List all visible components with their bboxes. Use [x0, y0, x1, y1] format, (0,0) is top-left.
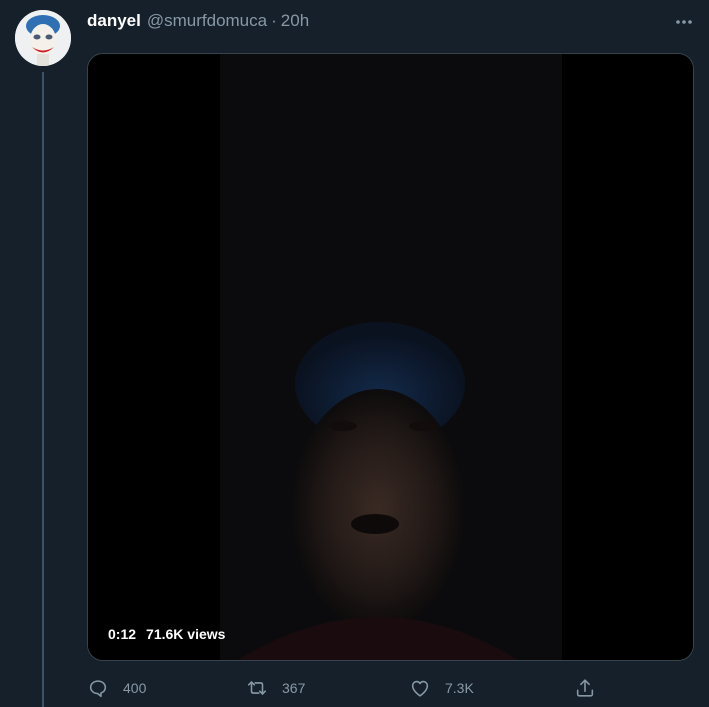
- ellipsis-icon: [676, 20, 692, 24]
- separator-dot: ·: [271, 11, 277, 30]
- retweet-button[interactable]: 367: [246, 675, 305, 701]
- video-views: 71.6K views: [146, 626, 226, 642]
- avatar[interactable]: [15, 10, 71, 66]
- speech-bubble-icon: [89, 680, 107, 698]
- video-overlay: 0:12 71.6K views: [108, 626, 225, 648]
- more-options-button[interactable]: [668, 10, 700, 34]
- share-upload-icon: [576, 679, 594, 697]
- heart-icon: [411, 680, 429, 697]
- user-handle[interactable]: @smurfdomuca: [147, 11, 267, 31]
- tweet-timestamp[interactable]: 20h: [281, 11, 309, 31]
- video-frame: [88, 54, 693, 660]
- avatar-image: [15, 10, 71, 66]
- tweet-actions: 400 367 7.3K: [87, 675, 699, 701]
- display-name[interactable]: danyel: [87, 11, 141, 31]
- like-count: 7.3K: [445, 680, 474, 696]
- reply-count: 400: [123, 680, 147, 696]
- tweet-header: danyel @smurfdomuca · 20h: [87, 11, 309, 35]
- tweet: danyel @smurfdomuca · 20h 0:12 71.6K vie…: [0, 0, 709, 707]
- thread-line: [42, 72, 44, 707]
- share-button[interactable]: [574, 675, 610, 701]
- video-player[interactable]: 0:12 71.6K views: [87, 53, 694, 661]
- retweet-count: 367: [282, 680, 306, 696]
- retweet-arrows-icon: [247, 681, 267, 695]
- like-button[interactable]: 7.3K: [409, 675, 474, 701]
- reply-button[interactable]: 400: [87, 675, 146, 701]
- video-duration: 0:12: [108, 626, 137, 642]
